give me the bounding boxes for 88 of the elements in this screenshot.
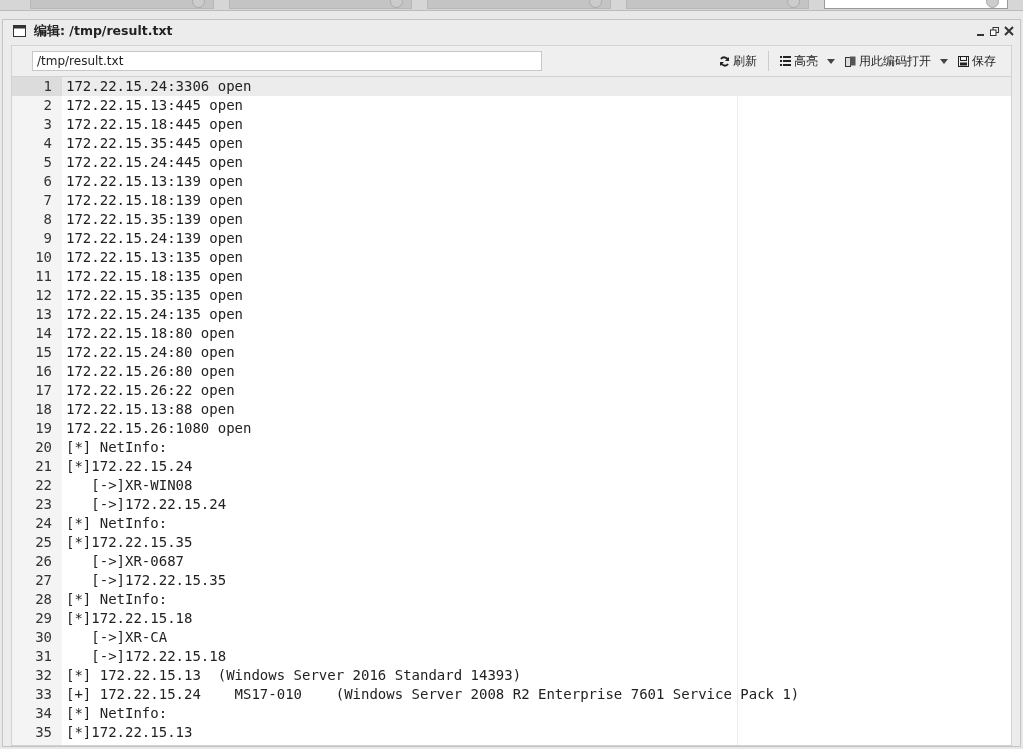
- list-icon: [780, 56, 791, 66]
- window-title: 编辑: /tmp/result.txt: [34, 22, 173, 40]
- code-line: [->]XR-0687: [90, 553, 184, 569]
- code-line: [->]172.22.15.35: [90, 572, 227, 588]
- code-line: 172.22.15.18:445 open: [66, 116, 243, 132]
- line-number: 33: [34, 685, 53, 704]
- line-number: 18: [34, 400, 53, 419]
- line-number: 1: [12, 77, 62, 96]
- line-number: 19: [34, 419, 53, 438]
- tab[interactable]: [228, 0, 413, 9]
- code-line: 172.22.15.13:139 open: [66, 173, 243, 189]
- line-number: 11: [34, 267, 53, 286]
- code-line: 172.22.15.18:135 open: [66, 268, 243, 284]
- code-line: [+] 172.22.15.24 MS17-010 (Windows Server 2008 R2 Enterprise 7601 Service Pack 1): [66, 686, 800, 702]
- line-number: 10: [34, 248, 53, 267]
- code-line: 172.22.15.26:22 open: [66, 382, 235, 398]
- window-icon: [13, 25, 26, 37]
- line-number: 24: [34, 514, 53, 533]
- code-line: [*] NetInfo:: [66, 705, 168, 721]
- code-line: 172.22.15.13:88 open: [66, 401, 235, 417]
- tab[interactable]: [427, 0, 611, 9]
- line-number: 25: [34, 533, 53, 552]
- line-number: 4: [42, 134, 53, 153]
- code-line: 172.22.15.24:135 open: [66, 306, 243, 322]
- code-line: 172.22.15.24:80 open: [66, 344, 235, 360]
- code-line: 172.22.15.18:139 open: [66, 192, 243, 208]
- line-number: 12: [34, 286, 53, 305]
- tab[interactable]: [30, 0, 214, 9]
- code-line: 172.22.15.26:80 open: [66, 363, 235, 379]
- code-line: 172.22.15.35:139 open: [66, 211, 243, 227]
- line-number: 3: [42, 115, 53, 134]
- toolbar-button[interactable]: 用此编码打开: [840, 52, 953, 70]
- close-icon[interactable]: [1004, 26, 1014, 36]
- line-number: 7: [42, 191, 53, 210]
- toolbar-button[interactable]: 保存: [953, 52, 1001, 70]
- code-line: [->]172.22.15.18: [90, 648, 227, 664]
- line-number: 34: [34, 704, 53, 723]
- tab[interactable]: [824, 0, 1008, 9]
- save-icon: [958, 55, 969, 67]
- line-number: 15: [34, 343, 53, 362]
- line-number: 9: [42, 229, 53, 248]
- refresh-icon: [719, 55, 730, 67]
- line-number: 27: [34, 571, 53, 590]
- code-line: [*] 172.22.15.13 (Windows Server 2016 Standard 14393): [66, 667, 522, 683]
- line-number: 22: [34, 476, 53, 495]
- code-line: [*]172.22.15.13: [66, 724, 193, 740]
- line-number: 28: [34, 590, 53, 609]
- toolbar-button[interactable]: 高亮: [775, 52, 840, 70]
- code-line: 172.22.15.24:3306 open: [66, 78, 252, 94]
- code-line: 172.22.15.24:445 open: [66, 154, 243, 170]
- code-line: 172.22.15.13:135 open: [66, 249, 243, 265]
- restore-icon[interactable]: [990, 26, 999, 36]
- code-line: [->]XR-CA: [90, 629, 168, 645]
- code-line: 172.22.15.35:445 open: [66, 135, 243, 151]
- code-line: [*]172.22.15.18: [66, 610, 193, 626]
- line-number: 6: [42, 172, 53, 191]
- line-number: 2: [42, 96, 53, 115]
- line-number: 23: [34, 495, 53, 514]
- code-line: [->]XR-WIN08: [90, 477, 193, 493]
- toolbar-button[interactable]: 刷新: [714, 52, 762, 70]
- path-field[interactable]: /tmp/result.txt: [32, 51, 542, 71]
- line-number: 31: [34, 647, 53, 666]
- code-line: [->]172.22.15.24: [90, 496, 227, 512]
- line-number: 29: [34, 609, 53, 628]
- line-number: 16: [34, 362, 53, 381]
- line-number: 14: [34, 324, 53, 343]
- line-number: 5: [42, 153, 53, 172]
- code-line: [*]172.22.15.24: [66, 458, 193, 474]
- code-line: 172.22.15.13:445 open: [66, 97, 243, 113]
- line-number: 32: [34, 666, 53, 685]
- book-icon: [845, 55, 856, 67]
- line-number: 17: [34, 381, 53, 400]
- code-line: [*]172.22.15.35: [66, 534, 193, 550]
- line-number: 30: [34, 628, 53, 647]
- code-line: 172.22.15.35:135 open: [66, 287, 243, 303]
- code-line: [*] NetInfo:: [66, 515, 168, 531]
- code-line: 172.22.15.18:80 open: [66, 325, 235, 341]
- code-line: [*] NetInfo:: [66, 439, 168, 455]
- line-number: 8: [42, 210, 53, 229]
- code-line: [*] NetInfo:: [66, 591, 168, 607]
- line-number: 20: [34, 438, 53, 457]
- code-line: 172.22.15.26:1080 open: [66, 420, 252, 436]
- line-number: 21: [34, 457, 53, 476]
- line-number: 26: [34, 552, 53, 571]
- line-number: 13: [34, 305, 53, 324]
- code-line: 172.22.15.24:139 open: [66, 230, 243, 246]
- line-number: 35: [34, 723, 53, 742]
- tab[interactable]: [625, 0, 810, 9]
